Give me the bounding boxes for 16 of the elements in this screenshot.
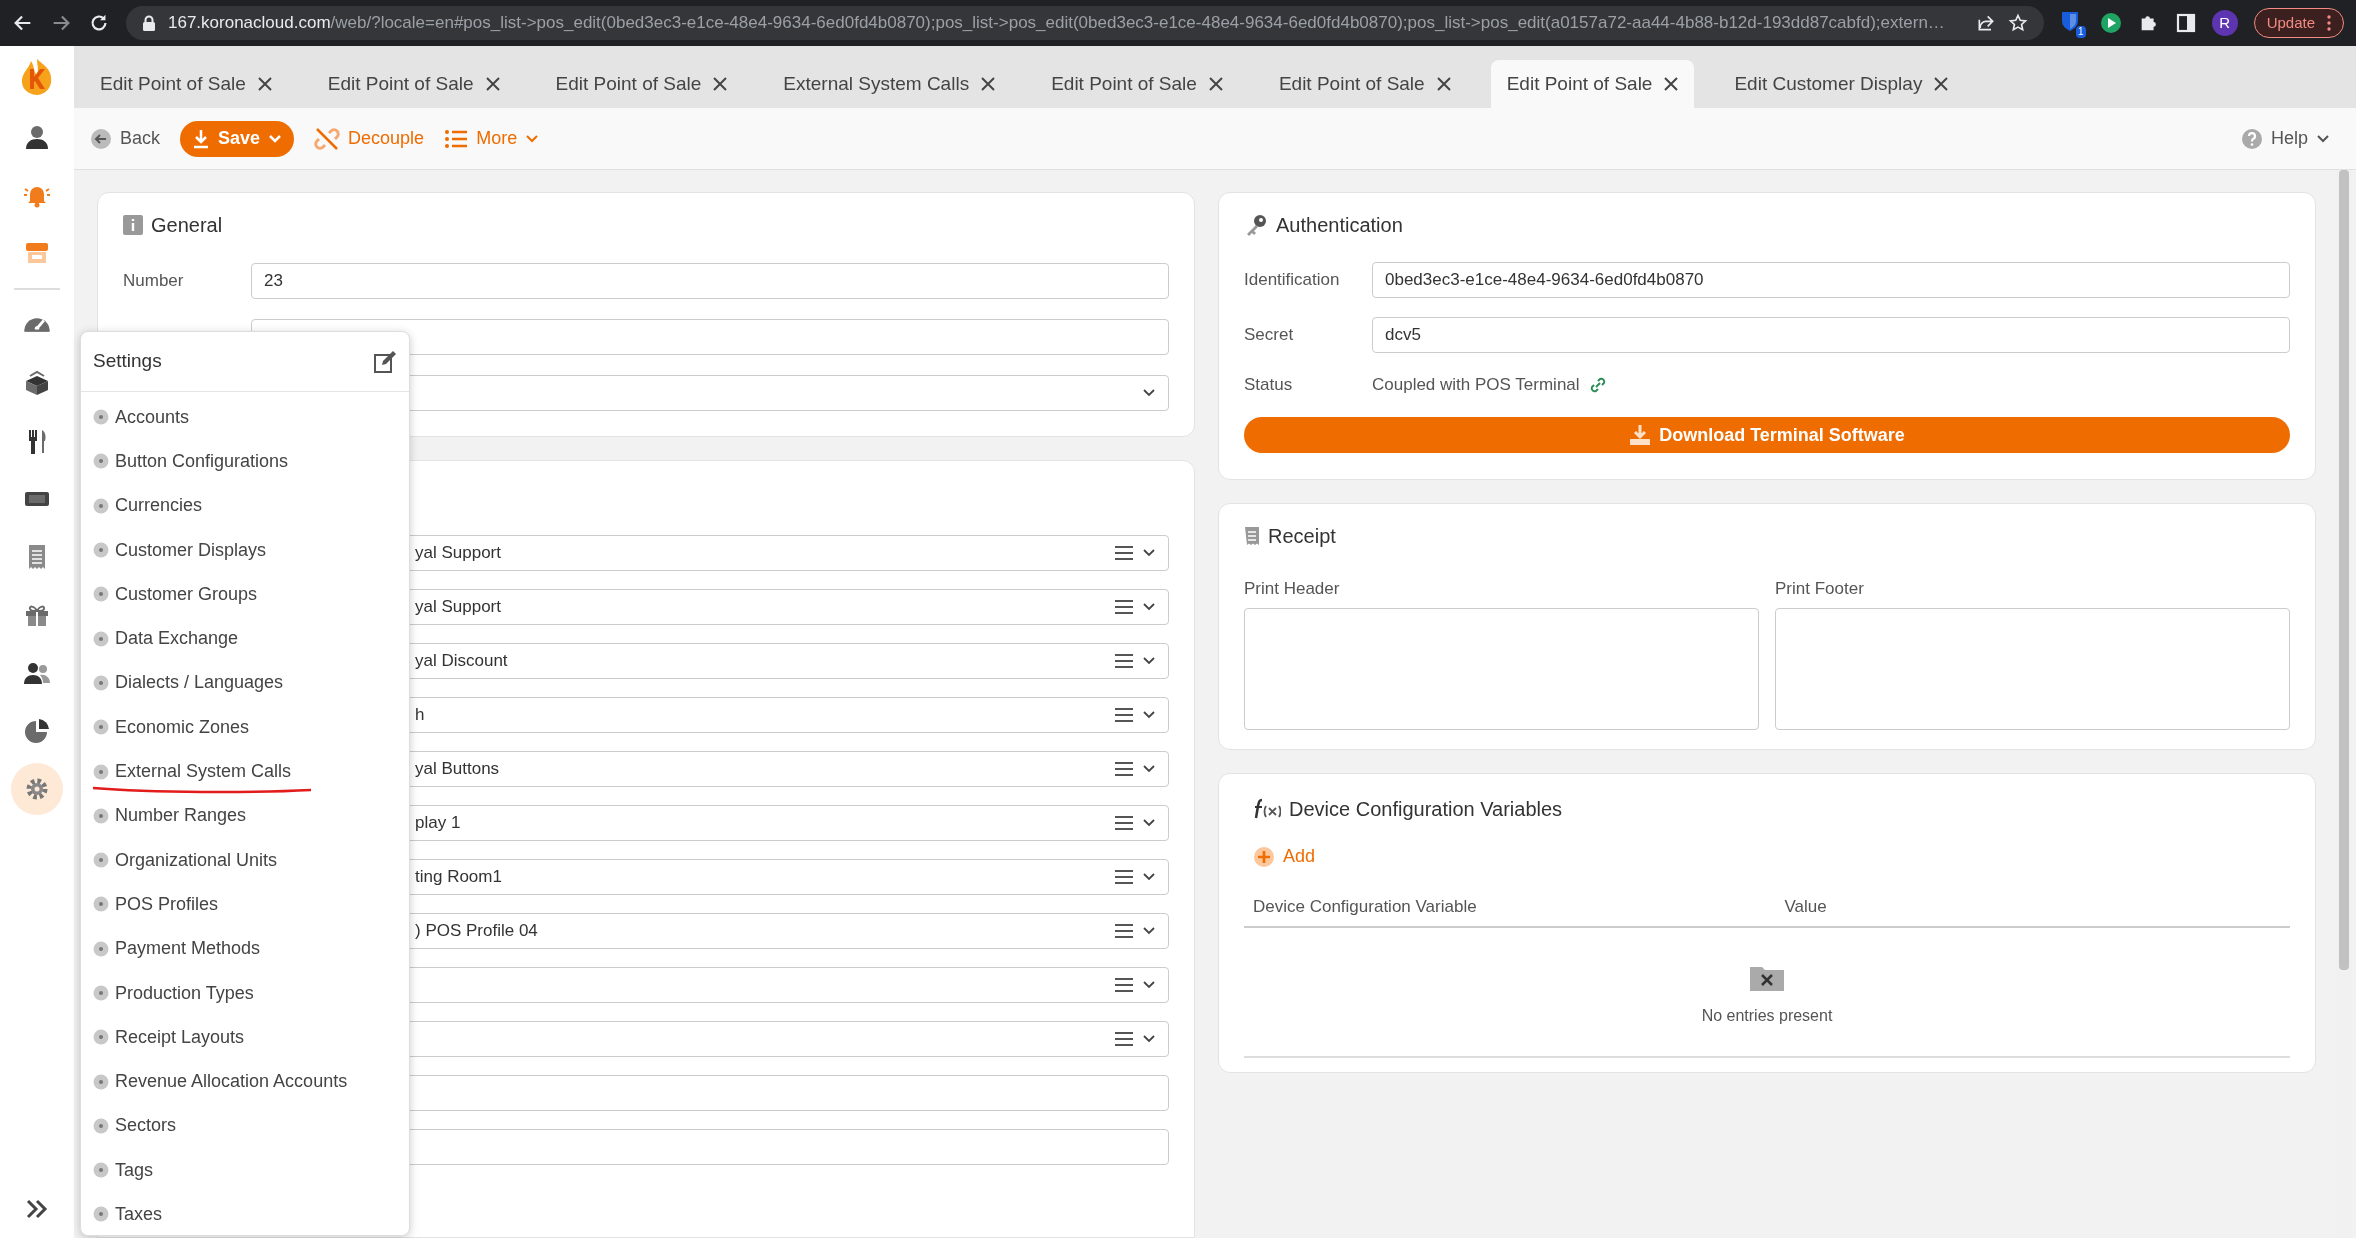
empty-message: No entries present: [1701, 1005, 1833, 1026]
field-label: Identification: [1244, 269, 1341, 292]
column-header: Device Configuration Variable: [1253, 896, 1478, 918]
status-text: Coupled with POS Terminal: [1372, 374, 1580, 397]
url-text: 167.koronacloud.com/web/?locale=en#pos_list->pos_edit(0bed3ec3-e1ce-48e4-9634-6ed0fd4b0870);pos_list->pos_edit(0bed3ec3-e1ce-48e4-9634-6ed0fd4b0870);pos_list->pos_edit(a0157a72-aa44-4b88-b12d-193dd87cabfd);extern…: [168, 12, 1946, 35]
field-label: Number: [123, 270, 185, 293]
field-label: Secret: [1244, 324, 1295, 347]
section-title: Authentication: [1276, 213, 1403, 238]
column-header: Value: [1783, 896, 1828, 918]
menu-title: Settings: [93, 349, 162, 374]
section-title: Device Configuration Variables: [1289, 797, 1563, 822]
field-label: Status: [1244, 374, 1294, 397]
section-title: General: [151, 213, 223, 238]
section-title: Receipt: [1268, 524, 1336, 549]
field-label: Print Header: [1244, 578, 1341, 600]
field-label: Print Footer: [1775, 578, 1865, 600]
